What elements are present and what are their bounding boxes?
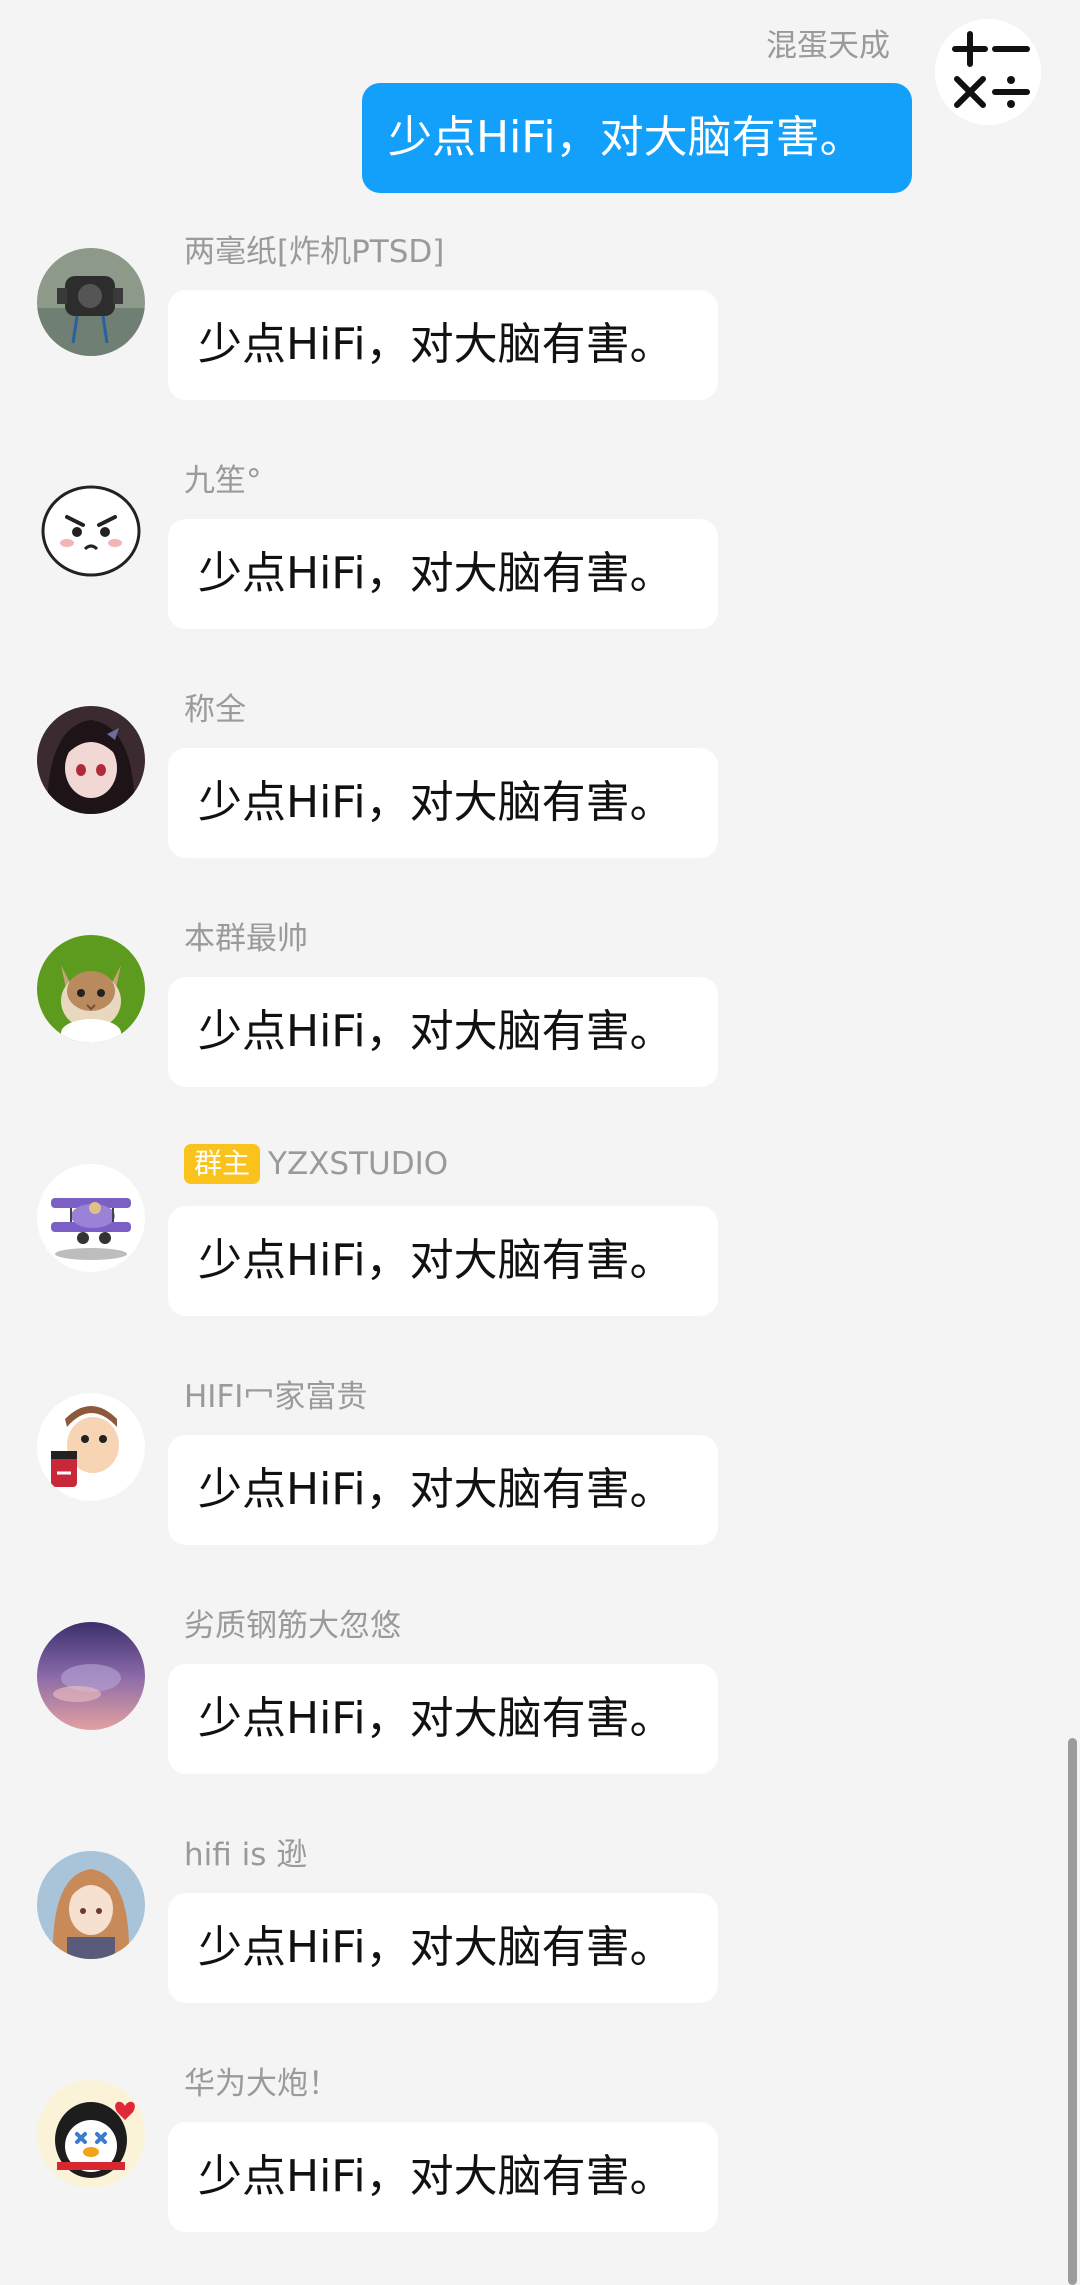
sender-name: hifi is 逊 [184, 1836, 308, 1873]
chat-message: HIFI⼍家富贵 少点HiFi，对大脑有害。 [0, 1379, 1080, 1593]
anime-girl-brown-hair-avatar[interactable] [37, 1851, 145, 1959]
calculator-symbols-icon[interactable] [935, 19, 1041, 125]
penguin-avatar[interactable] [37, 2080, 145, 2188]
chat-message: hifi is 逊 少点HiFi，对大脑有害。 [0, 1837, 1080, 2051]
angry-cartoon-face-avatar[interactable] [37, 477, 145, 585]
cartoon-man-drinking-avatar[interactable] [37, 1393, 145, 1501]
message-bubble[interactable]: 少点HiFi，对大脑有害。 [168, 977, 718, 1087]
message-bubble[interactable]: 少点HiFi，对大脑有害。 [168, 1206, 718, 1316]
sender-name-line: 九笙° [184, 455, 262, 499]
sender-name-line: 华为大炮！ [184, 2058, 339, 2102]
outgoing-message: 混蛋天成 少点HiFi，对大脑有害。 [0, 0, 1080, 200]
message-bubble[interactable]: 少点HiFi，对大脑有害。 [168, 2122, 718, 2232]
sender-name-line: 劣质钢筋大忽悠 [184, 1600, 401, 1644]
sender-name-line: HIFI⼍家富贵 [184, 1371, 367, 1415]
chat-message: 九笙° 少点HiFi，对大脑有害。 [0, 463, 1080, 677]
chat-message: 华为大炮！ 少点HiFi，对大脑有害。 [0, 2066, 1080, 2280]
sender-name: 劣质钢筋大忽悠 [184, 1607, 401, 1644]
chat-message: 群主 YZXSTUDIO 少点HiFi，对大脑有害。 [0, 1144, 1080, 1364]
purple-sky-avatar[interactable] [37, 1622, 145, 1730]
message-bubble[interactable]: 少点HiFi，对大脑有害。 [168, 1664, 718, 1774]
outgoing-message-bubble[interactable]: 少点HiFi，对大脑有害。 [362, 83, 912, 193]
message-bubble[interactable]: 少点HiFi，对大脑有害。 [168, 1893, 718, 2003]
group-owner-badge: 群主 [184, 1144, 261, 1184]
sender-name-line: 群主 YZXSTUDIO [184, 1142, 448, 1186]
sender-name-line: 称全 [184, 684, 246, 728]
motor-photo-avatar[interactable] [37, 248, 145, 356]
chat-message: 本群最帅 少点HiFi，对大脑有害。 [0, 921, 1080, 1135]
chat-message: 两毫纸[炸机PTSD] 少点HiFi，对大脑有害。 [0, 234, 1080, 448]
chat-message: 劣质钢筋大忽悠 少点HiFi，对大脑有害。 [0, 1608, 1080, 1822]
sender-name: 九笙° [184, 462, 262, 499]
sender-name-line: hifi is 逊 [184, 1829, 307, 1873]
sender-name: HIFI⼍家富贵 [184, 1378, 368, 1415]
anime-girl-avatar[interactable] [37, 706, 145, 814]
cat-avatar[interactable] [37, 935, 145, 1043]
sender-name: 华为大炮！ [184, 2065, 339, 2102]
sender-name-line: 两毫纸[炸机PTSD] [184, 226, 444, 270]
sender-name: 两毫纸[炸机PTSD] [184, 233, 445, 270]
outgoing-sender-name: 混蛋天成 [766, 28, 890, 64]
biplane-avatar[interactable] [37, 1164, 145, 1272]
scrollbar-thumb[interactable] [1068, 1738, 1077, 2285]
sender-name: 称全 [184, 691, 246, 728]
sender-name: 本群最帅 [184, 920, 308, 957]
message-bubble[interactable]: 少点HiFi，对大脑有害。 [168, 1435, 718, 1545]
sender-name-line: 本群最帅 [184, 913, 308, 957]
message-bubble[interactable]: 少点HiFi，对大脑有害。 [168, 748, 718, 858]
message-bubble[interactable]: 少点HiFi，对大脑有害。 [168, 290, 718, 400]
chat-message: 称全 少点HiFi，对大脑有害。 [0, 692, 1080, 906]
message-bubble[interactable]: 少点HiFi，对大脑有害。 [168, 519, 718, 629]
sender-name: YZXSTUDIO [268, 1146, 449, 1182]
chat-message-list[interactable]: 混蛋天成 少点HiFi，对大脑有害。 两毫纸[炸机PTSD] 少点HiFi，对大… [0, 0, 1080, 2285]
